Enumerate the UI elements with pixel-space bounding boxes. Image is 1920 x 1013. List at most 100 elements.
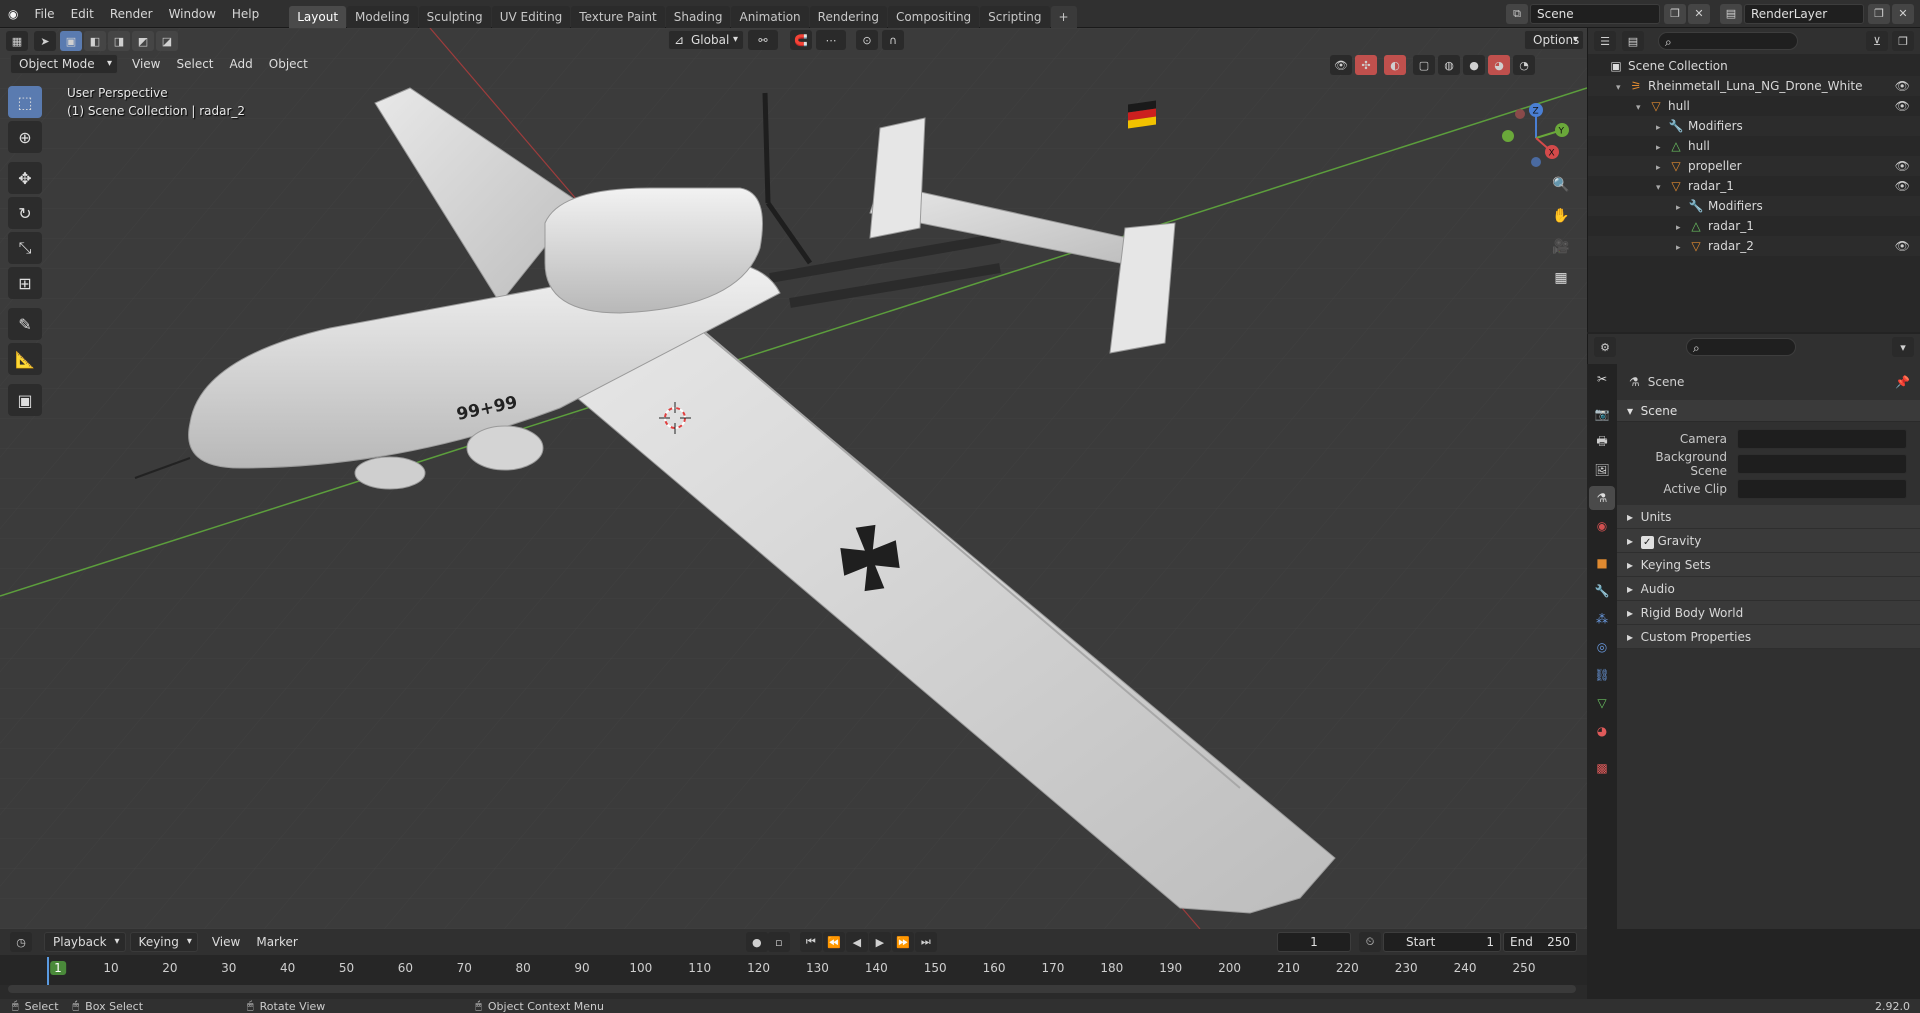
scene-tab-icon[interactable]: ⚗ <box>1589 486 1615 510</box>
solid-shading-icon[interactable]: ● <box>1463 55 1485 75</box>
rendered-shading-icon[interactable]: ◔ <box>1513 55 1535 75</box>
measure-tool-icon[interactable]: 📐 <box>8 343 42 375</box>
outliner-row[interactable]: ▸ 🔧 Modifiers <box>1588 116 1920 136</box>
playhead-line[interactable] <box>47 957 49 985</box>
menu-help[interactable]: Help <box>224 2 267 26</box>
proportional-falloff-icon[interactable]: ∩ <box>882 30 904 50</box>
scene-browse-icon[interactable]: ⧉ <box>1506 3 1528 24</box>
outliner-row[interactable]: ▸ ▽ propeller 👁 <box>1588 156 1920 176</box>
wireframe-shading-icon[interactable]: ◍ <box>1438 55 1460 75</box>
current-frame-field[interactable]: 1 <box>1277 932 1351 952</box>
render-tab-icon[interactable]: 📷 <box>1589 402 1615 426</box>
next-keyframe-icon[interactable]: ⏩ <box>891 932 914 952</box>
menu-select[interactable]: Select <box>168 57 221 71</box>
end-frame-field[interactable]: End 250 <box>1503 932 1577 952</box>
visibility-eye-icon[interactable]: 👁 <box>1895 236 1910 256</box>
select-new-icon[interactable]: ▣ <box>60 31 82 51</box>
tab-layout[interactable]: Layout <box>289 5 347 28</box>
view-layer-tab-icon[interactable]: 🖼 <box>1589 458 1615 482</box>
select-extend-icon[interactable]: ◧ <box>84 31 106 51</box>
timeline-menu-view[interactable]: View <box>204 935 248 949</box>
tab-uv-editing[interactable]: UV Editing <box>491 5 571 28</box>
gizmo-neg-z-icon[interactable] <box>1531 157 1541 167</box>
gizmo-neg-y-icon[interactable] <box>1502 130 1514 142</box>
add-cube-tool-icon[interactable]: ▣ <box>8 384 42 416</box>
filter-icon[interactable]: ⊻ <box>1866 31 1888 51</box>
timeline-scrollbar[interactable] <box>8 985 1576 993</box>
tab-shading[interactable]: Shading <box>665 5 731 28</box>
rotate-tool-icon[interactable]: ↻ <box>8 197 42 229</box>
xray-icon[interactable]: ▢ <box>1413 55 1435 75</box>
snap-target-icon[interactable]: ⋯ <box>816 30 846 50</box>
menu-view[interactable]: View <box>124 57 168 71</box>
play-icon[interactable]: ▶ <box>868 932 891 952</box>
auto-keying-options-icon[interactable]: ▫ <box>767 932 790 952</box>
expand-toggle-icon[interactable]: ▸ <box>1656 138 1668 158</box>
expand-toggle-icon[interactable]: ▾ <box>1636 98 1648 118</box>
physics-tab-icon[interactable]: ◎ <box>1589 635 1615 659</box>
select-tool-icon[interactable]: ➤ <box>34 31 56 51</box>
3d-viewport[interactable]: 99+99 Z Y X <box>0 28 1587 929</box>
keying-sets-panel[interactable]: ▸ Keying Sets <box>1617 553 1920 577</box>
background-scene-field[interactable] <box>1737 453 1907 474</box>
keying-dropdown[interactable]: Keying <box>129 932 198 952</box>
material-tab-icon[interactable]: ◕ <box>1589 719 1615 743</box>
blender-logo-icon[interactable]: ◉ <box>0 2 26 26</box>
view-layer-field[interactable]: RenderLayer <box>1744 3 1864 24</box>
tab-rendering[interactable]: Rendering <box>809 5 887 28</box>
timeline-editor-type-icon[interactable]: ◷ <box>10 932 32 952</box>
outliner-row[interactable]: ▸ △ radar_1 <box>1588 216 1920 236</box>
ortho-grid-icon[interactable]: ▦ <box>1548 265 1574 291</box>
timeline-menu-marker[interactable]: Marker <box>248 935 305 949</box>
gizmo-neg-x-icon[interactable] <box>1515 109 1525 119</box>
viewport-canvas[interactable]: 99+99 Z Y X <box>0 28 1587 929</box>
expand-toggle-icon[interactable]: ▸ <box>1676 198 1688 218</box>
constraints-tab-icon[interactable]: ⛓ <box>1589 663 1615 687</box>
transform-orientation-dropdown[interactable]: ⊿ Global <box>668 30 744 50</box>
expand-toggle-icon[interactable]: ▸ <box>1656 158 1668 178</box>
gizmo-toggle-icon[interactable]: ✣ <box>1355 55 1377 75</box>
scale-tool-icon[interactable]: ⤡ <box>8 232 42 264</box>
particles-tab-icon[interactable]: ⁂ <box>1589 607 1615 631</box>
view-layer-browse-icon[interactable]: ▤ <box>1720 3 1742 24</box>
outliner-row[interactable]: ▾ ▽ radar_1 👁 <box>1588 176 1920 196</box>
tab-scripting[interactable]: Scripting <box>980 5 1050 28</box>
playback-dropdown[interactable]: Playback <box>44 932 126 952</box>
snap-icon[interactable]: 🧲 <box>790 30 812 50</box>
play-reverse-icon[interactable]: ◀ <box>845 932 868 952</box>
select-box-icon[interactable]: ⬚ <box>8 86 42 118</box>
units-panel[interactable]: ▸ Units <box>1617 505 1920 529</box>
properties-options-icon[interactable]: ▾ <box>1892 337 1914 357</box>
tab-animation[interactable]: Animation <box>731 5 809 28</box>
expand-toggle-icon[interactable]: ▸ <box>1676 218 1688 238</box>
pivot-point-icon[interactable]: ⚯ <box>748 30 778 50</box>
menu-window[interactable]: Window <box>161 2 224 26</box>
overlays-icon[interactable]: ◐ <box>1384 55 1406 75</box>
expand-toggle-icon[interactable]: ▾ <box>1656 178 1668 198</box>
expand-toggle-icon[interactable]: ▸ <box>1656 118 1668 138</box>
visibility-eye-icon[interactable]: 👁 <box>1895 176 1910 196</box>
object-mode-dropdown[interactable]: Object Mode <box>10 54 118 74</box>
menu-add[interactable]: Add <box>222 57 261 71</box>
transform-tool-icon[interactable]: ⊞ <box>8 267 42 299</box>
gravity-checkbox[interactable]: ✓ <box>1640 536 1654 549</box>
visibility-icon[interactable]: 👁 <box>1330 55 1352 75</box>
pan-hand-icon[interactable]: ✋ <box>1548 203 1574 229</box>
custom-properties-panel[interactable]: ▸ Custom Properties <box>1617 625 1920 649</box>
rigid-body-world-panel[interactable]: ▸ Rigid Body World <box>1617 601 1920 625</box>
menu-edit[interactable]: Edit <box>63 2 102 26</box>
modifier-tab-icon[interactable]: 🔧 <box>1589 579 1615 603</box>
preview-range-icon[interactable]: ⏲ <box>1359 932 1381 952</box>
new-view-layer-icon[interactable]: ❐ <box>1868 3 1890 24</box>
outliner-search-input[interactable]: ⌕ <box>1658 32 1798 50</box>
visibility-eye-icon[interactable]: 👁 <box>1895 76 1910 96</box>
select-invert-icon[interactable]: ◩ <box>132 31 154 51</box>
menu-render[interactable]: Render <box>102 2 161 26</box>
display-mode-icon[interactable]: ▤ <box>1622 31 1644 51</box>
gravity-panel[interactable]: ▸ ✓ Gravity <box>1617 529 1920 553</box>
tab-modeling[interactable]: Modeling <box>347 5 418 28</box>
tab-sculpting[interactable]: Sculpting <box>418 5 491 28</box>
properties-search-input[interactable]: ⌕ <box>1686 338 1796 356</box>
audio-panel[interactable]: ▸ Audio <box>1617 577 1920 601</box>
add-workspace-icon[interactable]: + <box>1050 5 1077 28</box>
